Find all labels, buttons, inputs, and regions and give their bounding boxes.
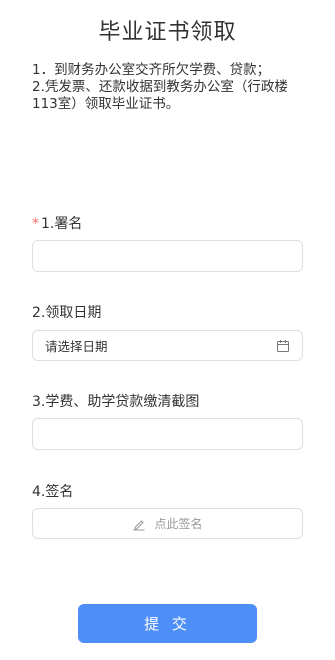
signature-button[interactable]: 点此签名 bbox=[32, 508, 303, 539]
screenshot-upload-field[interactable] bbox=[32, 418, 303, 450]
date-picker[interactable]: 请选择日期 bbox=[32, 330, 303, 361]
name-label-text: 1.署名 bbox=[41, 216, 83, 232]
screenshot-label: 3.学费、助学贷款缴清截图 bbox=[32, 394, 200, 410]
calendar-icon bbox=[277, 339, 289, 352]
instruction-line-2: 2.凭发票、还款收据到教务办公室（行政楼113室）领取毕业证书。 bbox=[32, 79, 288, 112]
name-input[interactable] bbox=[32, 240, 303, 272]
pen-icon bbox=[133, 519, 145, 530]
required-mark: * bbox=[32, 216, 39, 232]
date-placeholder: 请选择日期 bbox=[45, 339, 108, 354]
signature-button-text: 点此签名 bbox=[154, 517, 203, 531]
instructions: 1．到财务办公室交齐所欠学费、贷款； 2.凭发票、还款收据到教务办公室（行政楼1… bbox=[32, 62, 310, 113]
graduation-certificate-form-page: 毕业证书领取 1．到财务办公室交齐所欠学费、贷款； 2.凭发票、还款收据到教务办… bbox=[0, 0, 335, 660]
page-title: 毕业证书领取 bbox=[98, 20, 237, 45]
date-label: 2.领取日期 bbox=[32, 305, 102, 321]
instruction-line-1: 1．到财务办公室交齐所欠学费、贷款； bbox=[32, 62, 271, 78]
name-label: * 1.署名 bbox=[32, 213, 82, 233]
submit-button[interactable]: 提 交 bbox=[78, 604, 257, 643]
signature-label: 4.签名 bbox=[32, 484, 74, 500]
